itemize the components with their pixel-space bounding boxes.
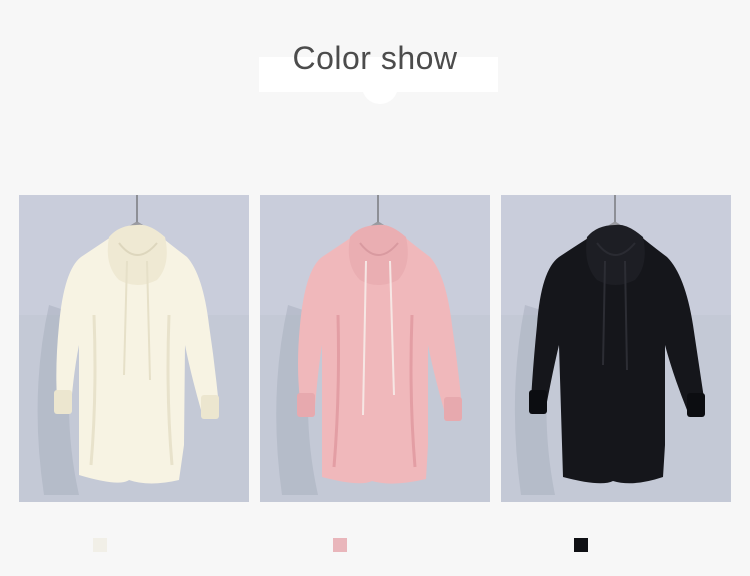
color-swatch-black[interactable] <box>574 538 588 552</box>
hoodie-dress-black-image <box>501 195 731 502</box>
color-show-page: Color show <box>0 0 750 576</box>
color-swatch-pink[interactable] <box>333 538 347 552</box>
color-swatch-white[interactable] <box>93 538 107 552</box>
hoodie-dress-white-image <box>19 195 249 502</box>
page-title: Color show <box>292 40 458 76</box>
product-photo-pink <box>260 195 490 502</box>
hoodie-dress-pink-image <box>260 195 490 502</box>
product-photo-white <box>19 195 249 502</box>
title-banner-notch <box>362 84 398 104</box>
product-photo-black <box>501 195 731 502</box>
